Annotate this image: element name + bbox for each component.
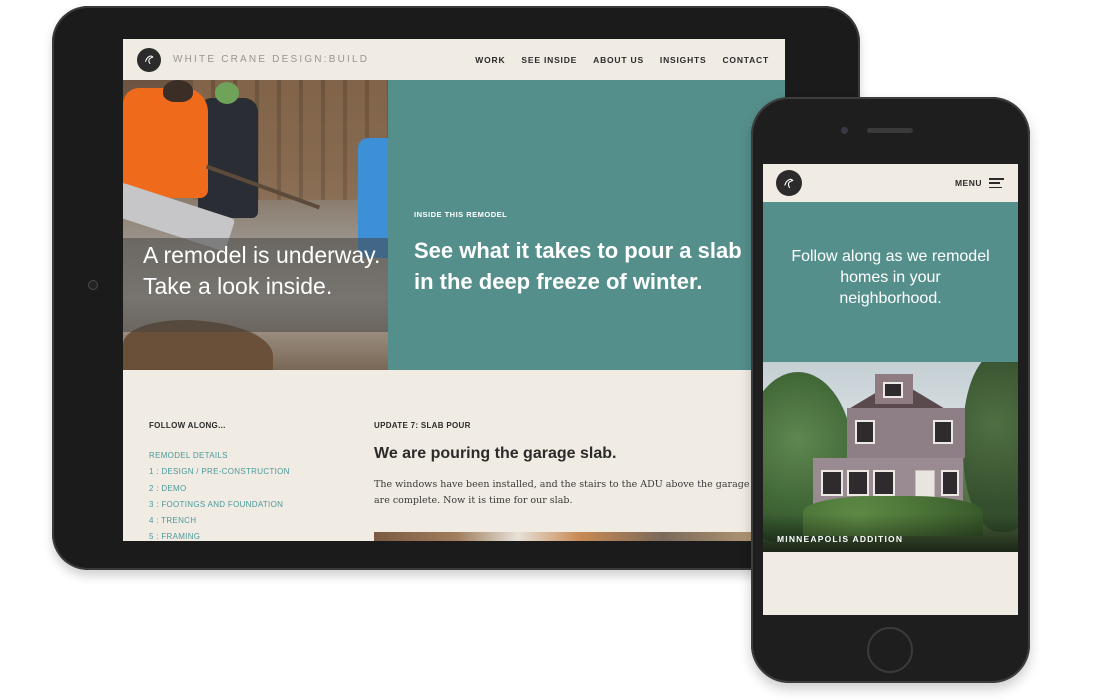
tablet-screen: WHITE CRANE DESIGN:BUILD WORK SEE INSIDE… — [123, 39, 785, 541]
update-headline: We are pouring the garage slab. — [374, 445, 617, 462]
main-menu: WORK SEE INSIDE ABOUT US INSIGHTS CONTAC… — [475, 55, 769, 65]
phone-speaker — [867, 128, 913, 133]
menu-label: MENU — [954, 178, 982, 188]
remodel-details-link[interactable]: REMODEL DETAILS — [149, 448, 349, 464]
nav-insights-link[interactable]: INSIGHTS — [660, 55, 707, 65]
mobile-navigation: MENU — [763, 164, 1018, 202]
hero-headline: See what it takes to pour a slab in the … — [414, 238, 742, 294]
nav-see-inside-link[interactable]: SEE INSIDE — [521, 55, 577, 65]
home-button[interactable] — [867, 627, 913, 673]
mobile-hero-text: Follow along as we remodel homes in your… — [791, 247, 990, 307]
update-label: UPDATE 7: SLAB POUR — [374, 421, 471, 430]
update-article: UPDATE 7: SLAB POUR We are pouring the g… — [374, 421, 764, 509]
update-photo-strip — [374, 532, 785, 541]
update-body-text: The windows have been installed, and the… — [374, 479, 750, 506]
tablet-device: WHITE CRANE DESIGN:BUILD WORK SEE INSIDE… — [52, 6, 860, 570]
remodel-steps-list: REMODEL DETAILS 1 : DESIGN / PRE-CONSTRU… — [149, 448, 349, 541]
phone-device: MENU Follow along as we remodel homes in… — [751, 97, 1030, 683]
hero-eyebrow: INSIDE THIS REMODEL — [414, 210, 508, 219]
nav-contact-link[interactable]: CONTACT — [722, 55, 769, 65]
step-link-trench[interactable]: 4 : TRENCH — [149, 513, 349, 529]
follow-along-title: FOLLOW ALONG... — [149, 421, 226, 430]
nav-work-link[interactable]: WORK — [475, 55, 505, 65]
construction-photo: A remodel is underway. Take a look insid… — [123, 80, 388, 370]
crane-logo-icon[interactable] — [776, 170, 802, 196]
mobile-hero: Follow along as we remodel homes in your… — [763, 202, 1018, 362]
tablet-camera — [88, 280, 98, 290]
phone-camera — [841, 127, 848, 134]
hamburger-icon — [989, 178, 1004, 188]
house-photo-card[interactable]: MINNEAPOLIS ADDITION — [763, 362, 1018, 552]
photo-caption[interactable]: MINNEAPOLIS ADDITION — [777, 534, 903, 544]
step-link-design[interactable]: 1 : DESIGN / PRE-CONSTRUCTION — [149, 464, 349, 480]
top-navigation: WHITE CRANE DESIGN:BUILD WORK SEE INSIDE… — [123, 39, 785, 80]
menu-button[interactable]: MENU — [955, 178, 1004, 188]
step-link-footings[interactable]: 3 : FOOTINGS AND FOUNDATION — [149, 497, 349, 513]
follow-along-panel: FOLLOW ALONG... REMODEL DETAILS 1 : DESI… — [149, 421, 349, 541]
brand-name[interactable]: WHITE CRANE DESIGN:BUILD — [173, 54, 369, 65]
step-link-demo[interactable]: 2 : DEMO — [149, 481, 349, 497]
nav-about-us-link[interactable]: ABOUT US — [593, 55, 644, 65]
hero-caption: A remodel is underway. Take a look insid… — [143, 242, 381, 299]
hero-panel: INSIDE THIS REMODEL See what it takes to… — [388, 80, 785, 370]
content-section: FOLLOW ALONG... REMODEL DETAILS 1 : DESI… — [123, 370, 785, 541]
crane-logo-icon[interactable] — [137, 47, 161, 72]
step-link-framing[interactable]: 5 : FRAMING — [149, 529, 349, 541]
phone-screen: MENU Follow along as we remodel homes in… — [763, 164, 1018, 615]
hero-section: A remodel is underway. Take a look insid… — [123, 80, 785, 370]
